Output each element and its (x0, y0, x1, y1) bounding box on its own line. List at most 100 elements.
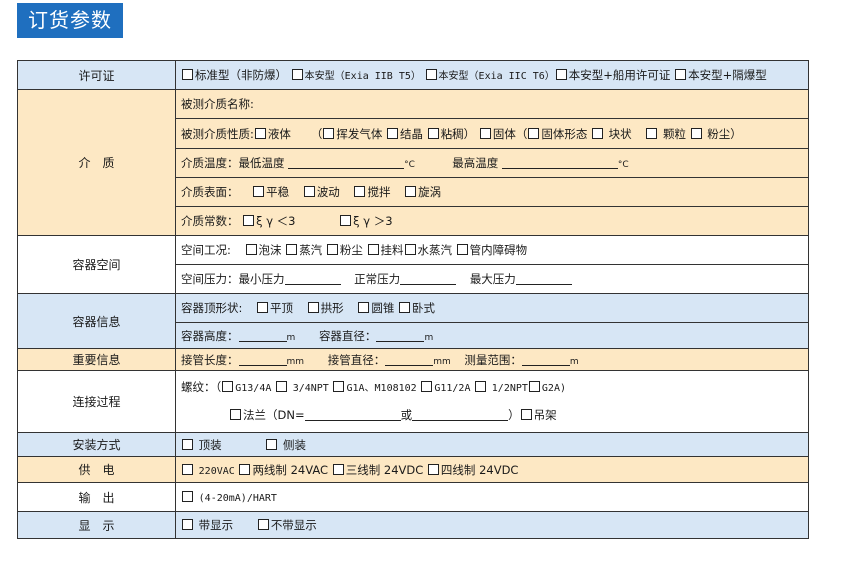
temp-unit: °C (404, 160, 415, 170)
pressure-normal-field[interactable] (400, 273, 457, 285)
checkbox[interactable] (646, 127, 658, 139)
temp-max-field[interactable] (501, 157, 618, 169)
checkbox[interactable] (592, 127, 603, 139)
display-row: 显 示 带显示 不带显示 (17, 511, 809, 539)
checkbox[interactable] (404, 244, 416, 255)
order-params-table: 许可证 标准型（非防爆） 本安型（Exia IIB T5） 本安型（Exia I… (17, 60, 809, 539)
license-option: 标准型（非防爆） (195, 68, 287, 82)
pressure-max-field[interactable] (515, 273, 572, 285)
pipe-diameter-unit: mm (433, 356, 451, 367)
vessel-condition-options: 空间工况: 泡沫 蒸汽 粉尘 挂料 水蒸汽 管内障碍物 (175, 235, 809, 265)
connection-row: 连接过程 螺纹：（ G13/4A 3/4NPT G1A、M108102 G11/2… (17, 370, 809, 433)
option-label: 颗粒 (662, 126, 686, 141)
license-option: 本安型（Exia IIB T5） (304, 71, 421, 82)
medium-name-row: 介 质 被测介质名称: (17, 89, 809, 236)
checkbox[interactable] (257, 302, 269, 313)
checkbox[interactable] (528, 127, 540, 139)
checkbox[interactable] (245, 244, 257, 255)
checkbox[interactable] (479, 127, 491, 139)
pipe-length-field[interactable] (238, 354, 287, 366)
checkbox[interactable] (326, 244, 338, 255)
checkbox[interactable] (358, 302, 370, 313)
top-shape-label: 容器顶形状: (181, 301, 243, 315)
option-label: 泡沫 (258, 243, 282, 257)
important-row: 重要信息 接管长度： mm 接管直径： mm 测量范围： m (17, 348, 809, 371)
checkbox[interactable] (427, 127, 439, 139)
height-label: 容器高度： (181, 328, 239, 343)
checkbox[interactable] (182, 69, 193, 80)
checkbox[interactable] (222, 381, 234, 392)
option-label: G1A、M108102 (346, 383, 417, 394)
checkbox[interactable] (555, 69, 567, 80)
pressure-min-field[interactable] (284, 273, 341, 285)
checkbox[interactable] (528, 381, 540, 392)
option-label: 3/4NPT (292, 383, 329, 394)
checkbox[interactable] (675, 69, 687, 80)
temp-min-field[interactable] (288, 157, 405, 169)
option-label: 平稳 (266, 185, 290, 199)
pipe-length-label: 接管长度： (181, 352, 239, 367)
power-row: 供 电 220VAC 两线制 24VAC 三线制 24VDC 四线制 24VDC (17, 456, 809, 483)
range-field[interactable] (521, 354, 570, 366)
option-label: 液体 (267, 126, 291, 141)
option-label: ξ γ ＜3 (256, 214, 296, 228)
flange-close: ） (508, 408, 520, 422)
pipe-diameter-field[interactable] (385, 354, 434, 366)
const-label: 介质常数： (181, 214, 239, 228)
checkbox[interactable] (421, 381, 433, 392)
connection-options: 螺纹：（ G13/4A 3/4NPT G1A、M108102 G11/2A 1/2… (175, 370, 809, 433)
checkbox[interactable] (405, 186, 417, 197)
height-field[interactable] (238, 330, 287, 342)
checkbox[interactable] (276, 381, 288, 392)
checkbox[interactable] (475, 381, 487, 392)
checkbox[interactable] (182, 438, 193, 450)
flange-alt-field[interactable] (412, 409, 509, 421)
checkbox[interactable] (254, 127, 266, 139)
checkbox[interactable] (182, 491, 193, 502)
option-label: 卧式 (412, 301, 435, 315)
vessel-space-label: 容器空间 (17, 235, 176, 294)
option-label: 固体形态 (541, 126, 588, 141)
checkbox[interactable] (257, 519, 269, 530)
checkbox[interactable] (367, 244, 379, 255)
checkbox[interactable] (456, 244, 468, 255)
checkbox[interactable] (425, 69, 437, 80)
checkbox[interactable] (333, 381, 345, 392)
vessel-top-row: 容器信息 容器顶形状: 平顶 拱形 圆锥 卧式 (17, 293, 809, 349)
vessel-info-label: 容器信息 (17, 293, 176, 349)
option-label: 顶装 (198, 437, 222, 452)
checkbox[interactable] (690, 127, 702, 139)
checkbox[interactable] (303, 186, 315, 197)
checkbox[interactable] (387, 127, 399, 139)
flange-dn-field[interactable] (304, 409, 401, 421)
medium-label: 介 质 (17, 89, 176, 236)
checkbox[interactable] (323, 127, 335, 139)
checkbox[interactable] (253, 186, 265, 197)
option-label: G2A) (541, 383, 566, 394)
checkbox[interactable] (332, 463, 344, 475)
install-options: 顶装 侧装 (175, 432, 809, 457)
option-label: 搅拌 (367, 185, 391, 199)
checkbox[interactable] (266, 438, 278, 450)
checkbox[interactable] (520, 409, 532, 420)
checkbox[interactable] (182, 463, 193, 475)
display-options: 带显示 不带显示 (175, 511, 809, 539)
checkbox[interactable] (354, 186, 366, 197)
checkbox[interactable] (230, 409, 241, 420)
checkbox[interactable] (286, 244, 298, 255)
option-label: 220VAC (198, 465, 235, 477)
checkbox[interactable] (239, 463, 251, 475)
option-label: 挥发气体 (336, 126, 383, 141)
diameter-field[interactable] (376, 330, 425, 342)
checkbox[interactable] (307, 302, 319, 313)
checkbox[interactable] (291, 69, 303, 80)
option-label: G13/4A (235, 383, 272, 394)
option-label: 侧装 (282, 437, 306, 452)
checkbox[interactable] (243, 215, 255, 226)
medium-surface-options: 介质表面： 平稳 波动 搅拌 旋涡 (175, 177, 809, 207)
checkbox[interactable] (182, 519, 193, 530)
checkbox[interactable] (427, 463, 439, 475)
checkbox[interactable] (399, 302, 410, 313)
flange-label: 法兰（DN= (243, 408, 305, 422)
checkbox[interactable] (340, 215, 352, 226)
